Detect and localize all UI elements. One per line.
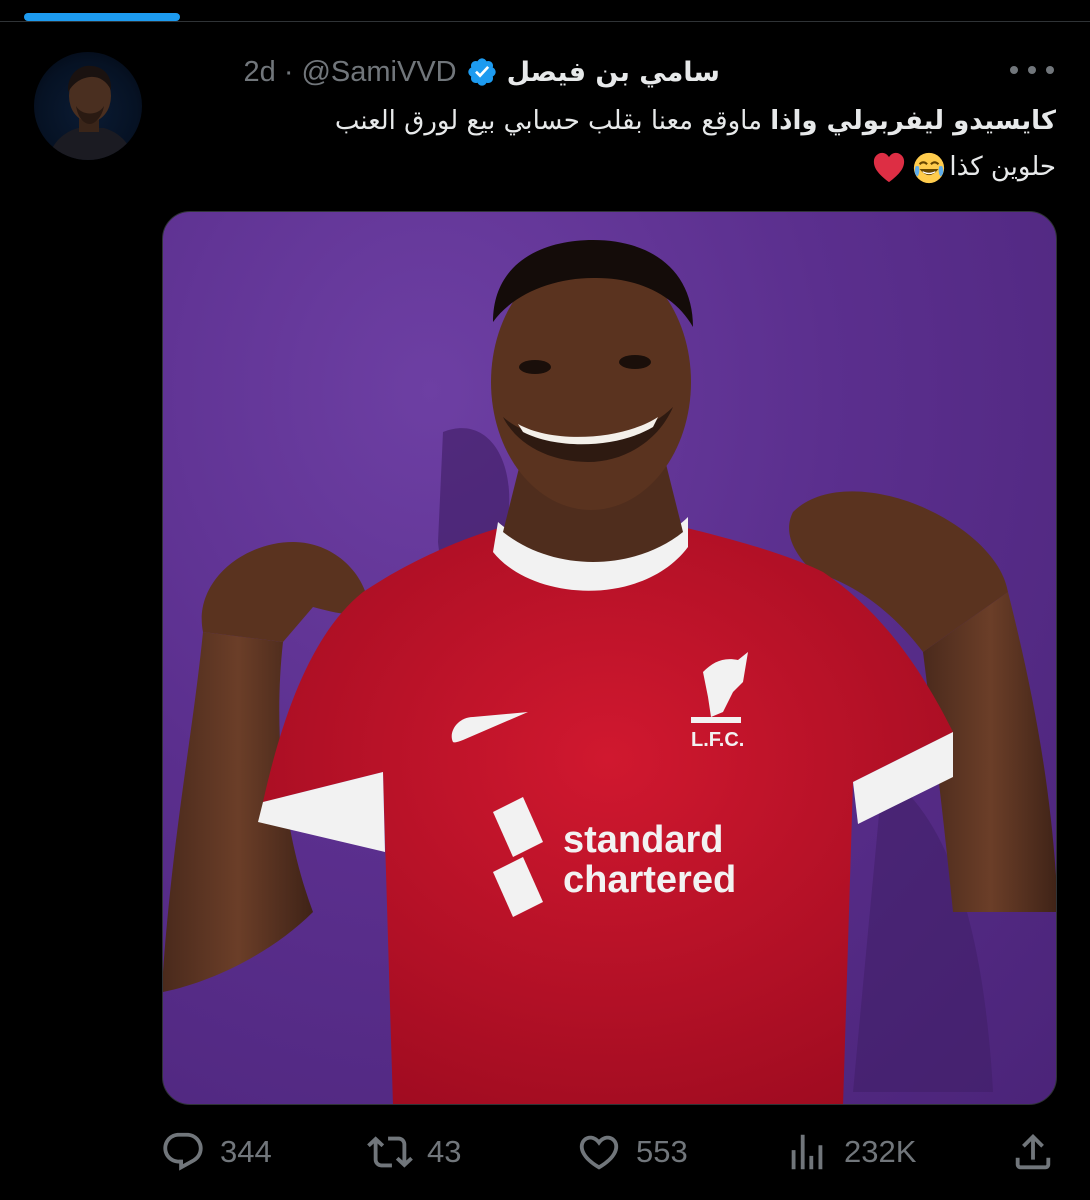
tweet-text: كايسيدو ليفربولي واذا ماوقع معنا بقلب حس… [156,98,1056,190]
heart-emoji [874,152,905,182]
header-separator: · [283,55,294,88]
top-progress-indicator [24,13,180,21]
like-count: 553 [636,1134,688,1169]
avatar-photo [48,65,134,160]
reply-icon [163,1132,203,1171]
like-icon [579,1135,619,1170]
display-name[interactable]: سامي بن فيصل [507,57,720,88]
share-button[interactable] [1010,1128,1070,1176]
verified-badge-icon [466,56,498,88]
retweet-count: 43 [427,1134,462,1169]
tweet-text-rest: ماوقع معنا بقلب حسابي بيع لورق العنب [334,106,771,136]
views-icon [791,1134,823,1170]
retweet-button[interactable]: 43 [367,1128,461,1176]
joy-emoji [914,152,945,183]
timestamp[interactable]: 2d [244,56,276,89]
more-icon[interactable] [1010,60,1054,80]
retweet-icon [367,1136,413,1168]
avatar[interactable] [34,52,142,160]
sponsor-text-line2: chartered [563,859,736,901]
tweet-text-line-1: كايسيدو ليفربولي واذا ماوقع معنا بقلب حس… [156,98,1056,144]
tweet-actions: 344 43 553 232K [0,1128,1090,1176]
tweet-media-image[interactable]: L.F.C. standard chartered [162,211,1057,1105]
views-count: 232K [844,1134,917,1169]
top-divider [0,21,1090,22]
player-photo: L.F.C. standard chartered [163,240,1056,1104]
views-button[interactable]: 232K [784,1128,916,1176]
tweet-header: سامي بن فيصل @SamiVVD · 2d [160,52,720,92]
sponsor-text-line1: standard [563,819,723,861]
like-button[interactable]: 553 [576,1128,688,1176]
reply-count: 344 [220,1134,272,1169]
reply-button[interactable]: 344 [160,1128,272,1176]
tweet-text-bold: كايسيدو ليفربولي واذا [770,106,1056,136]
user-handle[interactable]: @SamiVVD [301,56,456,89]
share-icon [1015,1133,1051,1170]
tweet-text-line-2: حلوين كذا [156,144,1056,190]
tweet-text-line2: حلوين كذا [949,152,1056,182]
lfc-crest-text: L.F.C. [691,729,744,751]
